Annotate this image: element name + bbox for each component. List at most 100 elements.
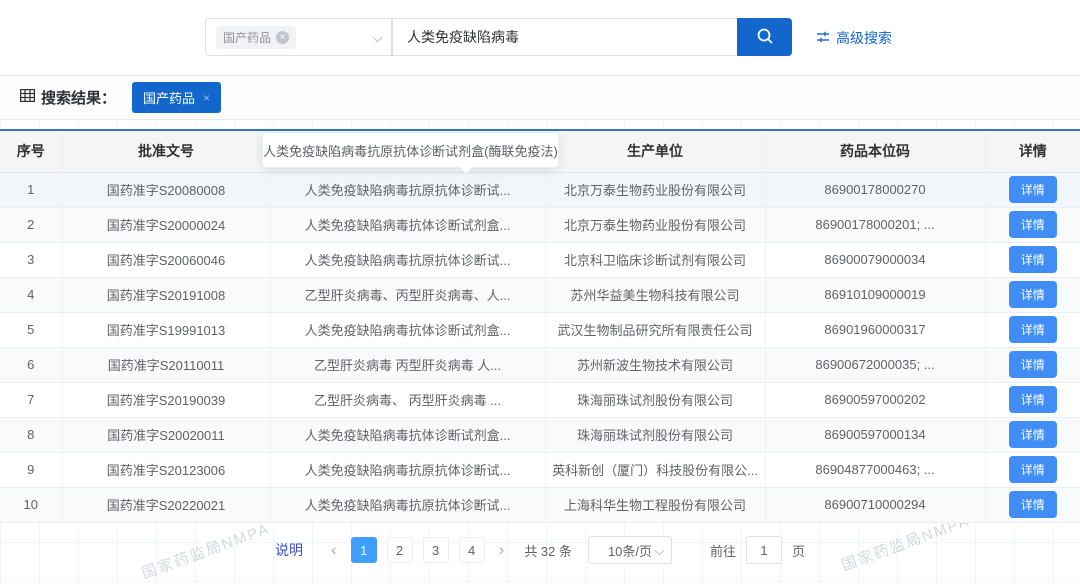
table-row: 3 国药准字S20060046 人类免疫缺陷病毒抗原抗体诊断试... 北京科卫临… [0,242,1080,277]
table-row: 10 国药准字S20220021 人类免疫缺陷病毒抗原抗体诊断试... 上海科华… [0,487,1080,522]
cell-no: 9 [0,452,62,487]
detail-button[interactable]: 详情 [1009,176,1057,203]
cell-name[interactable]: 人类免疫缺陷病毒抗原抗体诊断试... [270,452,545,487]
chevron-down-icon [655,546,665,556]
chevron-down-icon [373,33,383,43]
table-row: 7 国药准字S20190039 乙型肝炎病毒、 丙型肝炎病毒 ... 珠海丽珠试… [0,382,1080,417]
category-dropdown[interactable]: 国产药品 × [205,18,392,56]
goto-page-input[interactable] [746,536,782,564]
search-button[interactable] [737,18,792,56]
cell-name[interactable]: 乙型肝炎病毒、 丙型肝炎病毒 ... [270,382,545,417]
cell-name[interactable]: 乙型肝炎病毒、丙型肝炎病毒、人... [270,277,545,312]
results-label-wrap: 搜索结果： [20,87,116,108]
table-row: 2 国药准字S20000024 人类免疫缺陷病毒抗体诊断试剂盒... 北京万泰生… [0,207,1080,242]
cell-manufacturer: 北京万泰生物药业股份有限公司 [545,172,765,207]
results-label: 搜索结果： [41,87,116,108]
header-detail: 详情 [985,131,1080,172]
detail-button[interactable]: 详情 [1009,386,1057,413]
header-code: 药品本位码 [765,131,985,172]
cell-no: 7 [0,382,62,417]
search-icon [755,26,775,49]
cell-code: 86900079000034 [765,242,985,277]
detail-button[interactable]: 详情 [1009,246,1057,273]
cell-approval: 国药准字S20000024 [62,207,270,242]
cell-manufacturer: 北京万泰生物药业股份有限公司 [545,207,765,242]
sliders-icon [816,30,830,47]
cell-no: 2 [0,207,62,242]
detail-button[interactable]: 详情 [1009,456,1057,483]
cell-approval: 国药准字S20020011 [62,417,270,452]
detail-button[interactable]: 详情 [1009,421,1057,448]
cell-manufacturer: 上海科华生物工程股份有限公司 [545,487,765,522]
table-row: 6 国药准字S20110011 乙型肝炎病毒 丙型肝炎病毒 人... 苏州新波生… [0,347,1080,382]
detail-button[interactable]: 详情 [1009,316,1057,343]
grid-icon [20,89,35,106]
cell-name[interactable]: 乙型肝炎病毒 丙型肝炎病毒 人... [270,347,545,382]
page-button-1[interactable]: 1 [351,537,377,563]
cell-approval: 国药准字S20080008 [62,172,270,207]
cell-code: 86904877000463; ... [765,452,985,487]
cell-code: 86900178000270 [765,172,985,207]
page-button-4[interactable]: 4 [459,537,485,563]
note-link[interactable]: 说明 [275,540,303,560]
cell-code: 86900597000134 [765,417,985,452]
advanced-search-label: 高级搜索 [836,28,892,48]
cell-no: 1 [0,172,62,207]
advanced-search-link[interactable]: 高级搜索 [816,28,892,48]
cell-manufacturer: 苏州华益美生物科技有限公司 [545,277,765,312]
prev-page-icon[interactable]: ‹ [327,540,341,560]
cell-manufacturer: 北京科卫临床诊断试剂有限公司 [545,242,765,277]
results-bar: 搜索结果： 国产药品 × [0,75,1080,120]
total-count: 共 32 条 [524,541,572,560]
results-filter-tag[interactable]: 国产药品 × [132,82,221,113]
cell-name[interactable]: 人类免疫缺陷病毒抗体诊断试剂盒... [270,207,545,242]
cell-name[interactable]: 人类免疫缺陷病毒抗原抗体诊断试... [270,242,545,277]
table-row: 1 国药准字S20080008 人类免疫缺陷病毒抗原抗体诊断试... 北京万泰生… [0,172,1080,207]
search-input[interactable] [392,18,737,56]
detail-button[interactable]: 详情 [1009,351,1057,378]
cell-no: 5 [0,312,62,347]
page-size-select[interactable]: 10条/页 [588,536,672,564]
category-tag-close-icon[interactable]: × [276,31,289,44]
detail-button[interactable]: 详情 [1009,281,1057,308]
cell-no: 4 [0,277,62,312]
page-size-value: 10条/页 [608,541,652,560]
cell-code: 86900710000294 [765,487,985,522]
goto-label: 前往 [710,541,736,560]
table-row: 9 国药准字S20123006 人类免疫缺陷病毒抗原抗体诊断试... 英科新创（… [0,452,1080,487]
pagination: 说明 ‹ 1 2 3 4 › 共 32 条 10条/页 前往 页 [0,534,1080,566]
header-no: 序号 [0,131,62,172]
search-area: 国产药品 × 高级搜索 [0,0,1080,75]
cell-manufacturer: 武汉生物制品研究所有限责任公司 [545,312,765,347]
detail-button[interactable]: 详情 [1009,491,1057,518]
cell-name[interactable]: 人类免疫缺陷病毒抗原抗体诊断试... [270,487,545,522]
cell-name[interactable]: 人类免疫缺陷病毒抗体诊断试剂盒... [270,312,545,347]
results-filter-tag-label: 国产药品 [143,88,195,107]
cell-approval: 国药准字S20060046 [62,242,270,277]
results-table: 序号 批准文号 生产单位 药品本位码 详情 1 国药准字S20080008 人类… [0,129,1080,523]
cell-no: 3 [0,242,62,277]
cell-approval: 国药准字S20110011 [62,347,270,382]
table-row: 4 国药准字S20191008 乙型肝炎病毒、丙型肝炎病毒、人... 苏州华益美… [0,277,1080,312]
cell-name[interactable]: 人类免疫缺陷病毒抗体诊断试剂盒... [270,417,545,452]
cell-manufacturer: 珠海丽珠试剂股份有限公司 [545,382,765,417]
cell-manufacturer: 珠海丽珠试剂股份有限公司 [545,417,765,452]
tag-close-icon[interactable]: × [203,91,210,105]
category-tag: 国产药品 × [216,26,296,49]
page-button-2[interactable]: 2 [387,537,413,563]
cell-approval: 国药准字S20123006 [62,452,270,487]
detail-button[interactable]: 详情 [1009,211,1057,238]
cell-code: 86900597000202 [765,382,985,417]
next-page-icon[interactable]: › [495,540,509,560]
page-button-3[interactable]: 3 [423,537,449,563]
cell-approval: 国药准字S20220021 [62,487,270,522]
cell-code: 86900178000201; ... [765,207,985,242]
header-approval: 批准文号 [62,131,270,172]
cell-approval: 国药准字S20190039 [62,382,270,417]
cell-name[interactable]: 人类免疫缺陷病毒抗原抗体诊断试... [270,172,545,207]
cell-code: 86900672000035; ... [765,347,985,382]
goto-suffix: 页 [792,541,805,560]
category-tag-label: 国产药品 [223,29,271,46]
header-manufacturer: 生产单位 [545,131,765,172]
cell-code: 86901960000317 [765,312,985,347]
